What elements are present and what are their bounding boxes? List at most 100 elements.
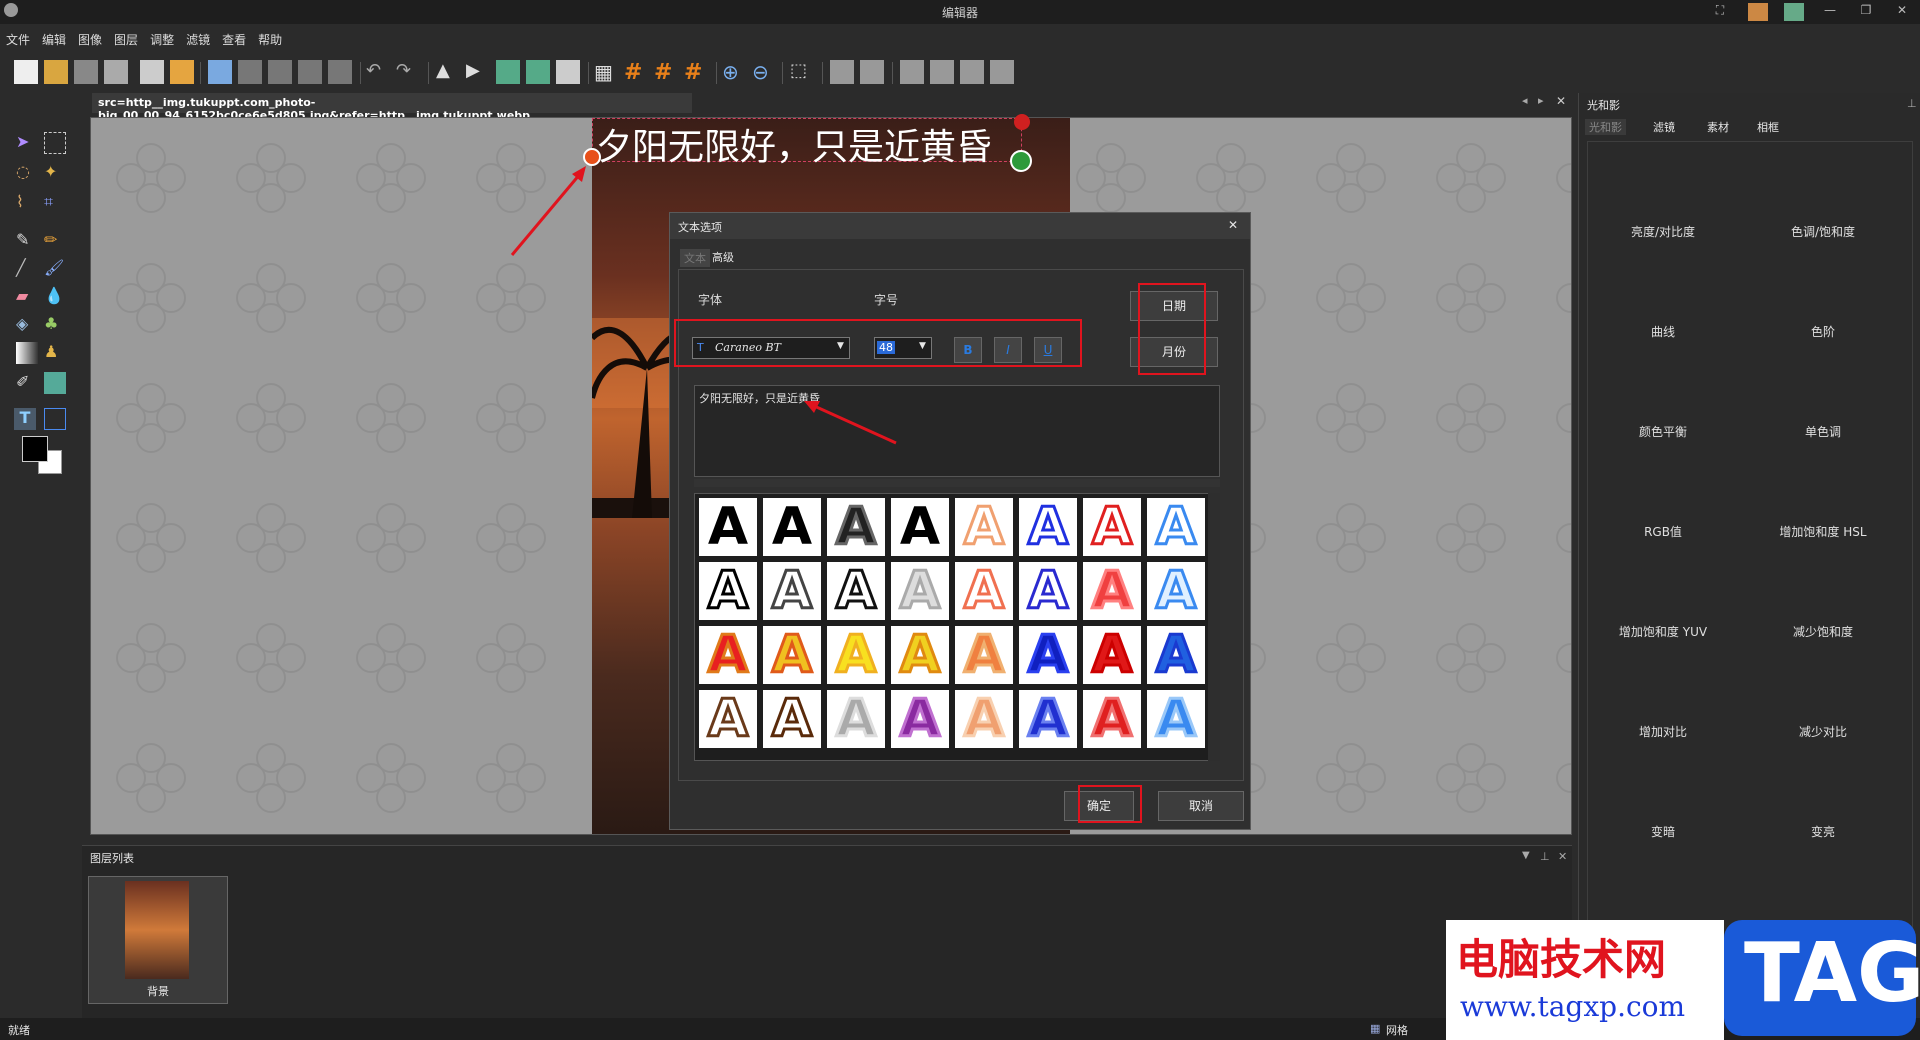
adjustment-item[interactable]: 减少对比 [1743,723,1903,740]
menu-adjust[interactable]: 调整 [144,28,180,51]
magic-wand-icon[interactable]: ✦ [44,162,66,184]
adjustment-item[interactable]: 减少饱和度 [1743,623,1903,640]
gallery-scrollbar[interactable] [1208,493,1220,761]
text-style-preset[interactable]: A [891,498,949,556]
adjustment-item[interactable]: 增加饱和度 HSL [1743,523,1903,540]
text-style-preset[interactable]: A [827,689,885,750]
eraser-icon[interactable]: ▰ [16,286,38,308]
menu-edit[interactable]: 编辑 [36,28,72,51]
layer-icon[interactable] [328,60,352,84]
menu-file[interactable]: 文件 [0,28,36,51]
adjustment-item[interactable]: 亮度/对比度 [1583,223,1743,240]
hash-icon[interactable]: # [654,60,678,85]
text-style-preset[interactable]: A [699,689,757,750]
tab-advanced[interactable]: 高级 [712,249,734,265]
text-style-preset[interactable]: A [699,561,757,622]
align-icon[interactable] [960,60,984,84]
adjustment-item[interactable]: 色阶 [1743,323,1903,340]
document-tab[interactable]: src=http__img.tukuppt.com_photo-big_00_0… [92,93,692,122]
restore-icon[interactable]: ❐ [1856,3,1876,21]
tab-text[interactable]: 文本 [680,249,710,267]
clipboard-icon[interactable] [298,60,322,84]
smudge-icon[interactable]: ♣ [44,314,66,336]
text-style-preset[interactable]: A [1083,561,1141,622]
align-icon[interactable] [930,60,954,84]
brush-icon[interactable]: 🖌 [44,258,66,280]
rotate-left-icon[interactable] [496,60,520,84]
text-style-preset[interactable]: A [955,497,1013,558]
select-icon[interactable]: ⬚ [790,60,814,84]
tab-materials[interactable]: 素材 [1707,119,1729,135]
move-handle-icon[interactable] [1010,150,1032,172]
adjustment-item[interactable]: 变亮 [1743,823,1903,840]
stamp-icon[interactable]: ♟ [44,342,66,364]
tab-prev-icon[interactable]: ◂ [1522,94,1528,107]
menu-layer[interactable]: 图层 [108,28,144,51]
text-style-preset[interactable]: A [1083,625,1141,686]
layer-item[interactable]: 背景 [88,876,228,1004]
text-scrollbar[interactable] [694,479,1220,487]
text-style-preset[interactable]: A [1147,561,1205,622]
undo-icon[interactable]: ↶ [366,60,390,84]
text-style-preset[interactable]: A [699,625,757,686]
text-tool-icon[interactable]: T [14,408,36,430]
menu-image[interactable]: 图像 [72,28,108,51]
email-icon[interactable] [170,60,194,84]
text-style-preset[interactable]: A [891,561,949,622]
polygon-lasso-icon[interactable]: ⌇ [16,192,38,214]
resize-icon[interactable] [556,60,580,84]
text-style-preset[interactable]: A [1083,497,1141,558]
paste-icon[interactable] [268,60,292,84]
open-folder-icon[interactable] [44,60,68,84]
tab-close-icon[interactable]: ✕ [1556,94,1566,108]
grid-icon[interactable]: ▦ [594,60,618,84]
close-icon[interactable]: ✕ [1558,850,1567,863]
shape-tool-icon[interactable] [44,408,66,430]
marquee-icon[interactable] [44,132,66,154]
menu-help[interactable]: 帮助 [252,28,288,51]
crop-tool-icon[interactable]: ⌗ [44,192,66,214]
copy-icon[interactable] [208,60,232,84]
text-style-preset[interactable]: A [1147,689,1205,750]
text-style-preset[interactable]: A [1147,625,1205,686]
zoom-in-icon[interactable]: ⊕ [722,60,746,84]
text-style-preset[interactable]: A [763,498,821,556]
text-style-preset[interactable]: A [699,498,757,556]
rotate-icon[interactable]: ▶ [466,60,490,84]
tab-next-icon[interactable]: ▸ [1538,94,1544,107]
tab-frames[interactable]: 相框 [1757,119,1779,135]
align-icon[interactable] [900,60,924,84]
grid-toggle[interactable]: 网格 [1386,1022,1408,1038]
text-style-preset[interactable]: A [1019,561,1077,622]
flip-icon[interactable]: ▲ [436,60,460,84]
text-input[interactable]: 夕阳无限好，只是近黄昏 [694,385,1220,477]
text-style-preset[interactable]: A [1019,689,1077,750]
adjustment-item[interactable]: 增加饱和度 YUV [1583,623,1743,640]
close-icon[interactable]: ✕ [1892,3,1912,21]
color-icon[interactable] [1784,3,1804,21]
new-file-icon[interactable] [14,60,38,84]
pointer-icon[interactable]: ➤ [16,132,38,154]
text-style-preset[interactable]: A [763,689,821,750]
minimize-icon[interactable]: — [1820,3,1840,21]
pin-icon[interactable]: ⊥ [1540,850,1550,863]
text-style-preset[interactable]: A [827,625,885,686]
adjustment-item[interactable]: 变暗 [1583,823,1743,840]
align-icon[interactable] [990,60,1014,84]
chevron-down-icon[interactable]: ▼ [1522,850,1530,861]
text-style-preset[interactable]: A [827,561,885,622]
adjustment-item[interactable]: 曲线 [1583,323,1743,340]
text-style-preset[interactable]: A [763,561,821,622]
cut-icon[interactable] [238,60,262,84]
hash-icon[interactable]: # [624,60,648,85]
text-style-preset[interactable]: A [955,689,1013,750]
save-icon[interactable] [74,60,98,84]
skin-icon[interactable] [1748,3,1768,21]
crop-icon[interactable] [830,60,854,84]
blur-icon[interactable]: 💧 [44,286,66,308]
text-style-preset[interactable]: A [891,689,949,750]
redo-icon[interactable]: ↷ [396,60,420,84]
cancel-button[interactable]: 取消 [1158,791,1244,821]
text-style-preset[interactable]: A [955,625,1013,686]
adjustment-item[interactable]: 单色调 [1743,423,1903,440]
